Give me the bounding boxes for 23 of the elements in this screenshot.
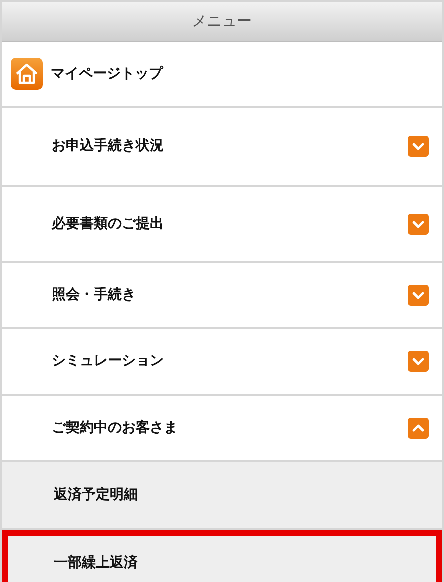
expand-icon[interactable] [408,284,429,306]
menu-section[interactable]: お申込手続き状況 [2,108,442,185]
menu-section[interactable]: シミュレーション [2,329,442,394]
submenu-item[interactable]: 一部繰上返済 [2,530,442,582]
collapse-icon[interactable] [408,418,429,438]
expand-icon[interactable] [408,136,429,157]
menu-label: 返済予定明細 [54,486,138,504]
menu-label: シミュレーション [52,352,164,371]
home-icon [11,58,43,90]
menu-section[interactable]: ご契約中のお客さま [2,396,442,460]
expand-icon[interactable] [408,351,429,372]
menu-label: 照会・手続き [52,286,136,304]
menu-label: マイページトップ [51,64,163,84]
menu-label: お申込手続き状況 [52,137,164,156]
menu-label: ご契約中のお客さま [52,418,178,438]
menu-label: 必要書類のご提出 [52,214,164,234]
menu-label: 一部繰上返済 [54,554,138,573]
menu-section[interactable]: 必要書類のご提出 [2,187,442,261]
menu-section[interactable]: 照会・手続き [2,263,442,327]
expand-icon[interactable] [408,214,429,234]
menu-item[interactable]: マイページトップ [2,42,442,106]
menu-title: メニュー [192,11,252,32]
submenu-item[interactable]: 返済予定明細 [2,462,442,528]
